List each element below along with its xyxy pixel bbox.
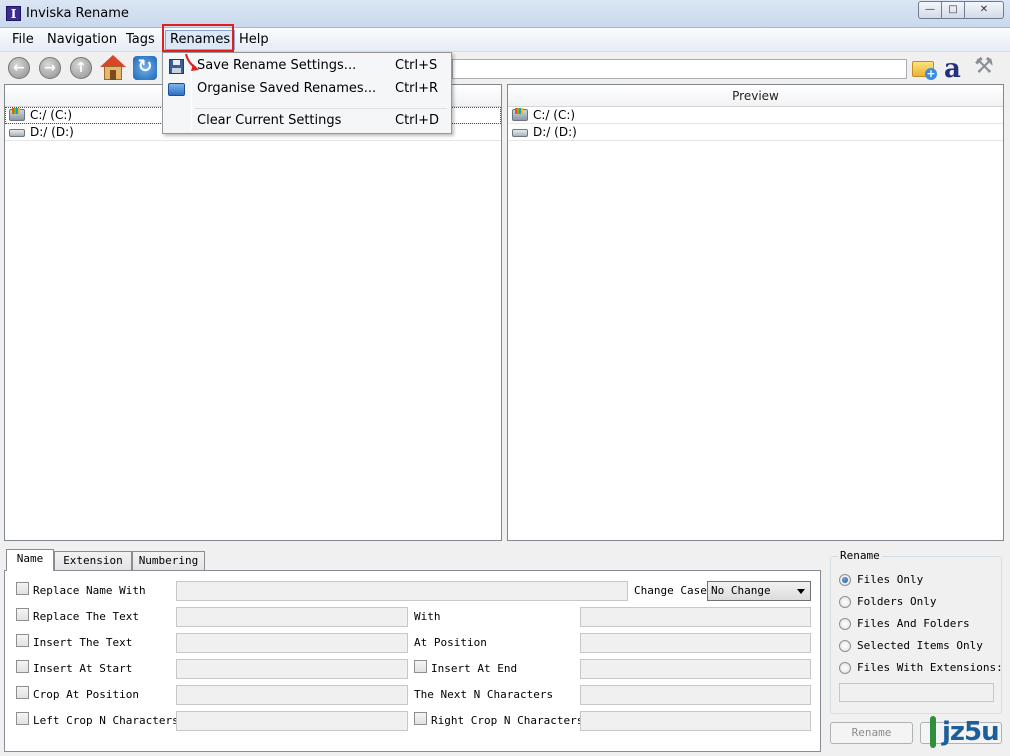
radio-files-and-folders-label: Files And Folders bbox=[857, 617, 970, 630]
preview-row-d[interactable]: D:/ (D:) bbox=[508, 124, 1003, 141]
radio-files-and-folders[interactable] bbox=[839, 618, 851, 630]
renames-dropdown-menu: Save Rename Settings... Ctrl+S Organise … bbox=[162, 52, 452, 134]
window-controls: — □ ✕ bbox=[918, 1, 1004, 19]
right-crop-label: Right Crop N Characters bbox=[431, 714, 584, 727]
menu-file[interactable]: File bbox=[8, 32, 38, 50]
annotation-arrow-icon bbox=[185, 53, 199, 71]
home-icon[interactable] bbox=[100, 55, 126, 81]
menu-separator bbox=[195, 108, 447, 109]
menu-bar: File Navigation Tags Renames Help bbox=[0, 28, 1010, 52]
next-n-characters-label: The Next N Characters bbox=[414, 688, 554, 701]
right-crop-checkbox[interactable] bbox=[414, 712, 427, 725]
path-input[interactable] bbox=[452, 59, 907, 79]
at-position-label: At Position bbox=[414, 636, 487, 649]
radio-files-with-extensions[interactable] bbox=[839, 662, 851, 674]
at-position-input[interactable] bbox=[580, 633, 811, 653]
change-case-label: Change Case bbox=[634, 584, 707, 597]
name-tab-panel: Replace Name With Change Case No Change … bbox=[4, 570, 821, 752]
hard-drive-icon bbox=[9, 129, 25, 137]
system-drive-icon bbox=[9, 108, 25, 121]
replace-name-checkbox[interactable] bbox=[16, 582, 29, 595]
organise-icon bbox=[168, 83, 185, 96]
left-crop-input[interactable] bbox=[176, 711, 408, 731]
with-label: With bbox=[414, 610, 441, 623]
left-crop-checkbox[interactable] bbox=[16, 712, 29, 725]
insert-at-start-input[interactable] bbox=[176, 659, 408, 679]
menu-item-clear-current-settings[interactable]: Clear Current Settings Ctrl+D bbox=[163, 110, 451, 132]
crop-at-position-label: Crop At Position bbox=[33, 688, 139, 701]
hard-drive-icon bbox=[512, 129, 528, 137]
preview-row-c[interactable]: C:/ (C:) bbox=[508, 107, 1003, 124]
annotation-highlight-box bbox=[162, 24, 234, 52]
drive-label: D:/ (D:) bbox=[533, 125, 577, 139]
crop-at-position-checkbox[interactable] bbox=[16, 686, 29, 699]
tab-extension[interactable]: Extension bbox=[54, 551, 132, 571]
insert-at-end-checkbox[interactable] bbox=[414, 660, 427, 673]
tab-name[interactable]: Name bbox=[6, 549, 54, 571]
replace-text-label: Replace The Text bbox=[33, 610, 139, 623]
site-watermark-logo: jz5u bbox=[920, 714, 1008, 754]
insert-text-input[interactable] bbox=[176, 633, 408, 653]
forward-icon[interactable]: → bbox=[39, 57, 61, 79]
change-case-select[interactable]: No Change bbox=[707, 581, 811, 601]
radio-selected-items-only[interactable] bbox=[839, 640, 851, 652]
refresh-icon[interactable]: ↻ bbox=[133, 56, 157, 80]
crop-at-position-input[interactable] bbox=[176, 685, 408, 705]
maximize-button[interactable]: □ bbox=[941, 1, 965, 19]
rename-button[interactable]: Rename bbox=[830, 722, 913, 744]
radio-folders-only-label: Folders Only bbox=[857, 595, 937, 608]
tab-numbering[interactable]: Numbering bbox=[132, 551, 205, 571]
settings-tabs: Name Extension Numbering Replace Name Wi… bbox=[4, 549, 821, 752]
minimize-button[interactable]: — bbox=[918, 1, 942, 19]
preview-pane[interactable]: Preview C:/ (C:) D:/ (D:) bbox=[507, 84, 1004, 541]
radio-files-with-extensions-label: Files With Extensions: bbox=[857, 661, 1003, 674]
tools-icon[interactable]: ⚒ bbox=[974, 54, 994, 79]
chevron-down-icon bbox=[797, 589, 805, 594]
preview-header[interactable]: Preview bbox=[508, 85, 1003, 107]
left-crop-label: Left Crop N Characters bbox=[33, 714, 179, 727]
insert-at-start-checkbox[interactable] bbox=[16, 660, 29, 673]
add-folder-icon[interactable]: + bbox=[912, 57, 938, 80]
drive-label: C:/ (C:) bbox=[30, 108, 73, 122]
insert-text-checkbox[interactable] bbox=[16, 634, 29, 647]
close-button[interactable]: ✕ bbox=[964, 1, 1004, 19]
menu-tags[interactable]: Tags bbox=[122, 32, 159, 50]
rename-group-title: Rename bbox=[838, 549, 882, 562]
save-icon bbox=[169, 59, 184, 74]
radio-files-only-label: Files Only bbox=[857, 573, 924, 586]
replace-name-label: Replace Name With bbox=[33, 584, 146, 597]
font-icon[interactable]: a bbox=[944, 54, 961, 84]
radio-selected-items-only-label: Selected Items Only bbox=[857, 639, 983, 652]
next-n-characters-input[interactable] bbox=[580, 685, 811, 705]
toolbar: ← → ↑ ↻ + a ⚒ bbox=[0, 52, 1010, 84]
up-icon[interactable]: ↑ bbox=[70, 57, 92, 79]
right-crop-input[interactable] bbox=[580, 711, 811, 731]
back-icon[interactable]: ← bbox=[8, 57, 30, 79]
window-title: Inviska Rename bbox=[26, 6, 129, 21]
menu-help[interactable]: Help bbox=[235, 32, 273, 50]
system-drive-icon bbox=[512, 108, 528, 121]
insert-at-start-label: Insert At Start bbox=[33, 662, 133, 675]
menu-item-save-rename-settings[interactable]: Save Rename Settings... Ctrl+S bbox=[163, 55, 451, 77]
replace-text-checkbox[interactable] bbox=[16, 608, 29, 621]
with-input[interactable] bbox=[580, 607, 811, 627]
insert-text-label: Insert The Text bbox=[33, 636, 133, 649]
app-icon: I bbox=[6, 6, 21, 21]
title-bar: I Inviska Rename — □ ✕ bbox=[0, 0, 1010, 28]
file-list-pane[interactable]: C:/ (C:) D:/ (D:) bbox=[4, 84, 502, 541]
replace-name-input[interactable] bbox=[176, 581, 628, 601]
menu-item-organise-saved-renames[interactable]: Organise Saved Renames... Ctrl+R bbox=[163, 78, 451, 100]
extensions-input[interactable] bbox=[839, 683, 994, 702]
insert-at-end-label: Insert At End bbox=[431, 662, 518, 675]
insert-at-end-input[interactable] bbox=[580, 659, 811, 679]
radio-folders-only[interactable] bbox=[839, 596, 851, 608]
drive-label: C:/ (C:) bbox=[533, 108, 576, 122]
replace-text-input[interactable] bbox=[176, 607, 408, 627]
radio-files-only[interactable] bbox=[839, 574, 851, 586]
drive-label: D:/ (D:) bbox=[30, 125, 74, 139]
menu-navigation[interactable]: Navigation bbox=[43, 32, 121, 50]
